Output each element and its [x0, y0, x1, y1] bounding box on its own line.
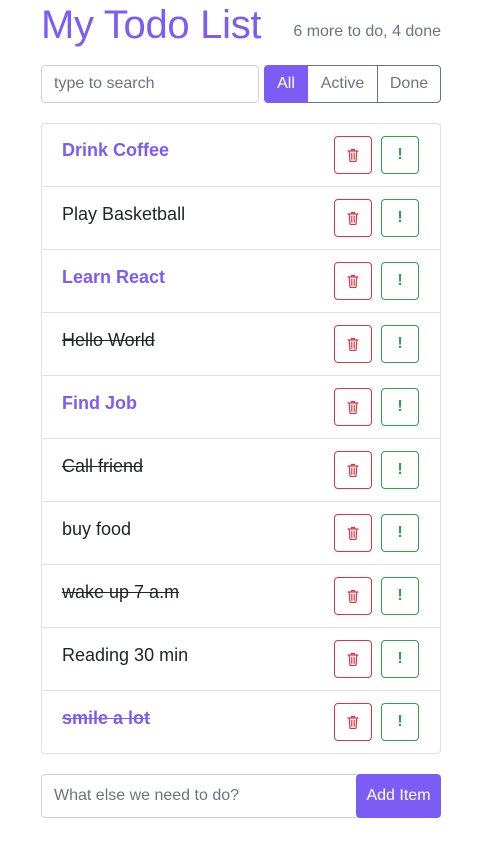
delete-button[interactable]: [334, 514, 372, 552]
delete-button[interactable]: [334, 136, 372, 174]
filter-done-button[interactable]: Done: [377, 65, 441, 103]
list-item: wake up 7 a.m !: [42, 564, 440, 627]
list-item: Drink Coffee !: [42, 124, 440, 186]
mark-important-button[interactable]: !: [381, 199, 419, 237]
todo-item-label[interactable]: Find Job: [62, 392, 137, 414]
list-item: smile a lot !: [42, 690, 440, 753]
trash-icon: [347, 526, 359, 540]
list-item: Call friend !: [42, 438, 440, 501]
list-item: Reading 30 min !: [42, 627, 440, 690]
search-input[interactable]: [41, 65, 259, 103]
delete-button[interactable]: [334, 388, 372, 426]
exclamation-icon: !: [397, 524, 403, 541]
search-panel: All Active Done: [41, 65, 441, 103]
add-item-button[interactable]: Add Item: [356, 774, 441, 818]
mark-important-button[interactable]: !: [381, 577, 419, 615]
mark-important-button[interactable]: !: [381, 703, 419, 741]
new-item-input[interactable]: [41, 774, 361, 818]
list-item: Hello World !: [42, 312, 440, 375]
delete-button[interactable]: [334, 577, 372, 615]
exclamation-icon: !: [397, 713, 403, 730]
todo-item-label[interactable]: smile a lot: [62, 707, 150, 729]
trash-icon: [347, 652, 359, 666]
trash-icon: [347, 274, 359, 288]
delete-button[interactable]: [334, 199, 372, 237]
delete-button[interactable]: [334, 703, 372, 741]
todo-item-label[interactable]: Call friend: [62, 455, 143, 477]
trash-icon: [347, 400, 359, 414]
mark-important-button[interactable]: !: [381, 514, 419, 552]
todo-item-label[interactable]: buy food: [62, 518, 131, 540]
exclamation-icon: !: [397, 650, 403, 667]
todo-counter: 6 more to do, 4 done: [293, 23, 441, 40]
exclamation-icon: !: [397, 461, 403, 478]
list-item: buy food !: [42, 501, 440, 564]
delete-button[interactable]: [334, 640, 372, 678]
mark-important-button[interactable]: !: [381, 388, 419, 426]
list-item: Learn React !: [42, 249, 440, 312]
delete-button[interactable]: [334, 325, 372, 363]
todo-item-label[interactable]: Hello World: [62, 329, 155, 351]
trash-icon: [347, 148, 359, 162]
todo-item-label[interactable]: Play Basketball: [62, 203, 185, 225]
trash-icon: [347, 211, 359, 225]
todo-item-label[interactable]: Learn React: [62, 266, 165, 288]
mark-important-button[interactable]: !: [381, 136, 419, 174]
status-filter: All Active Done: [264, 65, 441, 103]
mark-important-button[interactable]: !: [381, 640, 419, 678]
exclamation-icon: !: [397, 587, 403, 604]
page-title: My Todo List: [41, 3, 262, 47]
mark-important-button[interactable]: !: [381, 262, 419, 300]
todo-item-label[interactable]: Drink Coffee: [62, 139, 169, 161]
trash-icon: [347, 337, 359, 351]
exclamation-icon: !: [397, 146, 403, 163]
list-item: Find Job !: [42, 375, 440, 438]
mark-important-button[interactable]: !: [381, 325, 419, 363]
exclamation-icon: !: [397, 398, 403, 415]
trash-icon: [347, 715, 359, 729]
todo-list: Drink Coffee ! Play Basketball ! Learn R…: [41, 123, 441, 754]
exclamation-icon: !: [397, 335, 403, 352]
exclamation-icon: !: [397, 209, 403, 226]
delete-button[interactable]: [334, 262, 372, 300]
add-item-form: Add Item: [41, 774, 441, 818]
trash-icon: [347, 463, 359, 477]
delete-button[interactable]: [334, 451, 372, 489]
filter-all-button[interactable]: All: [264, 65, 308, 103]
todo-item-label[interactable]: wake up 7 a.m: [62, 581, 179, 603]
mark-important-button[interactable]: !: [381, 451, 419, 489]
exclamation-icon: !: [397, 272, 403, 289]
trash-icon: [347, 589, 359, 603]
app-header: My Todo List 6 more to do, 4 done: [41, 0, 441, 54]
filter-active-button[interactable]: Active: [307, 65, 378, 103]
todo-item-label[interactable]: Reading 30 min: [62, 644, 188, 666]
list-item: Play Basketball !: [42, 186, 440, 249]
